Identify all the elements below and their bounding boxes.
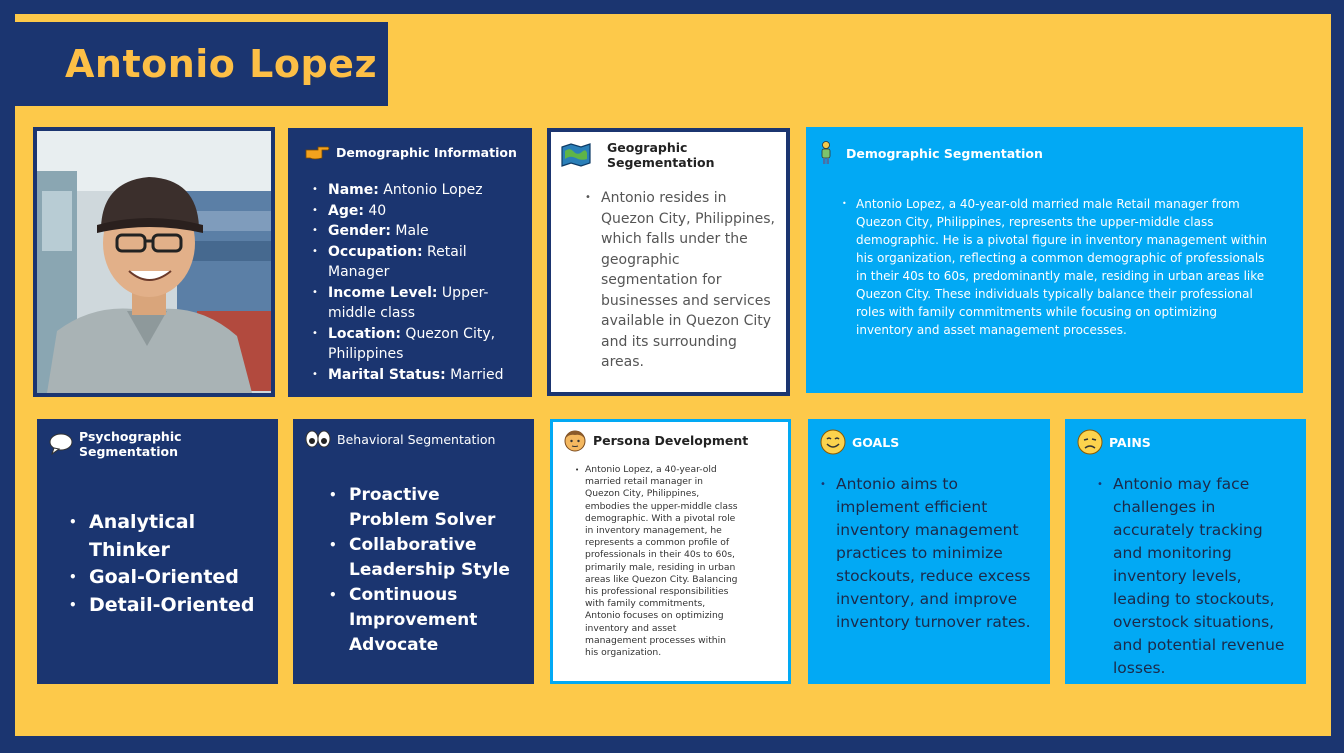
pains-title: PAINS xyxy=(1109,434,1151,450)
page-title: Antonio Lopez xyxy=(65,42,378,86)
demographic-information-header: Demographic Information xyxy=(304,142,522,162)
psychographic-segmentation-title: Psychographic Segmentation xyxy=(79,429,182,459)
demographic-information-card: Demographic Information Name: Antonio Lo… xyxy=(288,128,532,397)
geographic-segmentation-title: Geographic Segementation xyxy=(607,140,715,170)
geographic-segmentation-card: Geographic Segementation Antonio resides… xyxy=(547,128,790,396)
goals-title: GOALS xyxy=(852,434,900,450)
list-item: Antonio resides in Quezon City, Philippi… xyxy=(585,188,776,373)
list-item: Antonio Lopez, a 40-year-old married ret… xyxy=(575,464,740,659)
list-item: Collaborative Leadership Style xyxy=(329,533,524,583)
list-item: Antonio may face challenges in accuratel… xyxy=(1097,473,1296,680)
persona-development-list: Antonio Lopez, a 40-year-old married ret… xyxy=(563,464,780,659)
psychographic-segmentation-card: Psychographic Segmentation Analytical Th… xyxy=(37,419,278,684)
profile-photo xyxy=(33,127,275,397)
eyes-icon xyxy=(305,429,331,449)
demographic-segmentation-card: Demographic Segmentation Antonio Lopez, … xyxy=(806,127,1303,393)
title-banner: Antonio Lopez xyxy=(15,22,388,106)
persona-development-header: Persona Development xyxy=(563,428,780,452)
persona-development-title: Persona Development xyxy=(593,432,749,448)
pains-card: PAINS Antonio may face challenges in acc… xyxy=(1065,419,1306,684)
geographic-segmentation-list: Antonio resides in Quezon City, Philippi… xyxy=(561,188,776,373)
photo-illustration xyxy=(37,131,271,393)
list-item: Antonio Lopez, a 40-year-old married mal… xyxy=(842,195,1271,339)
list-item: Analytical Thinker xyxy=(69,509,268,564)
pointing-hand-icon xyxy=(304,142,330,162)
list-item: Occupation: Retail Manager xyxy=(312,242,522,283)
list-item: Continuous Improvement Advocate xyxy=(329,583,524,658)
pains-header: PAINS xyxy=(1077,429,1296,455)
list-item: Antonio aims to implement efficient inve… xyxy=(820,473,1040,634)
psychographic-segmentation-header: Psychographic Segmentation xyxy=(49,429,268,459)
list-item: Age: 40 xyxy=(312,201,522,222)
goals-card: GOALS Antonio aims to implement efficien… xyxy=(808,419,1050,684)
list-item: Detail-Oriented xyxy=(69,592,268,620)
behavioral-segmentation-list: Proactive Problem Solver Collaborative L… xyxy=(305,483,524,658)
demographic-segmentation-list: Antonio Lopez, a 40-year-old married mal… xyxy=(818,195,1291,339)
goals-list: Antonio aims to implement efficient inve… xyxy=(820,473,1040,634)
psychographic-segmentation-list: Analytical Thinker Goal-Oriented Detail-… xyxy=(49,509,268,619)
demographic-segmentation-header: Demographic Segmentation xyxy=(818,141,1291,165)
list-item: Marital Status: Married xyxy=(312,365,522,386)
behavioral-segmentation-title: Behavioral Segmentation xyxy=(337,431,496,447)
pains-list: Antonio may face challenges in accuratel… xyxy=(1077,473,1296,680)
map-icon xyxy=(561,143,591,167)
portrait-image xyxy=(37,131,271,393)
person-icon xyxy=(818,141,834,165)
list-item: Gender: Male xyxy=(312,221,522,242)
list-item: Name: Antonio Lopez xyxy=(312,180,522,201)
demographic-segmentation-title: Demographic Segmentation xyxy=(846,145,1043,161)
behavioral-segmentation-header: Behavioral Segmentation xyxy=(305,429,524,449)
persona-development-card: Persona Development Antonio Lopez, a 40-… xyxy=(550,419,791,684)
goals-header: GOALS xyxy=(820,429,1040,455)
sad-face-icon xyxy=(1077,429,1103,455)
behavioral-segmentation-card: Behavioral Segmentation Proactive Proble… xyxy=(293,419,534,684)
geographic-segmentation-header: Geographic Segementation xyxy=(561,140,776,170)
list-item: Income Level: Upper-middle class xyxy=(312,283,522,324)
face-icon xyxy=(563,428,587,452)
list-item: Location: Quezon City, Philippines xyxy=(312,324,522,365)
demographic-information-list: Name: Antonio Lopez Age: 40 Gender: Male… xyxy=(304,180,522,385)
speech-bubble-icon xyxy=(49,433,73,455)
demographic-information-title: Demographic Information xyxy=(336,144,517,160)
smile-icon xyxy=(820,429,846,455)
list-item: Proactive Problem Solver xyxy=(329,483,524,533)
list-item: Goal-Oriented xyxy=(69,564,268,592)
